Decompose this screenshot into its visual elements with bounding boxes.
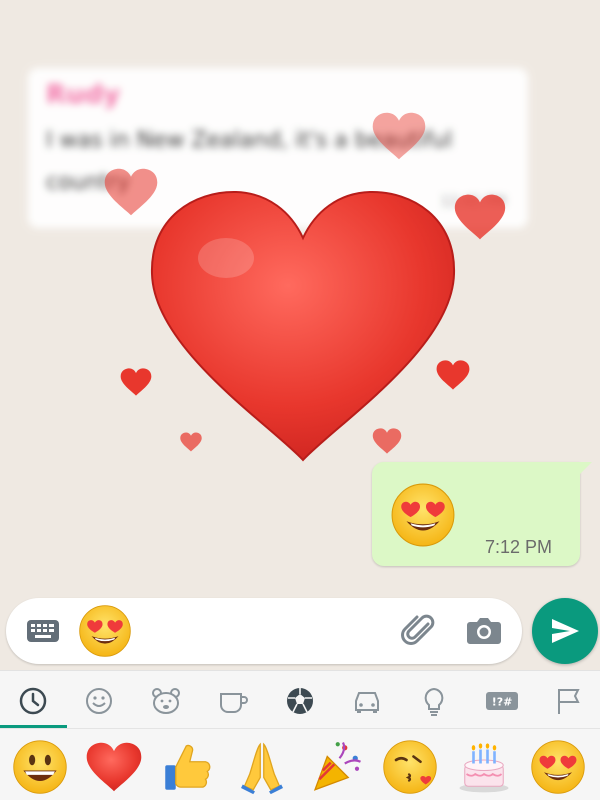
chat-area: Rudy I was in New Zealand, it's a beauti… [0,0,600,670]
folded-hands-emoji-icon[interactable] [234,739,290,795]
car-icon [355,692,379,713]
symbols-icon: !?# [486,692,518,710]
lightbulb-icon [424,687,444,716]
birthday-cake-emoji-icon[interactable] [456,739,512,795]
floating-heart-icon [436,360,470,390]
clock-icon [19,687,47,715]
send-icon [552,619,579,643]
heart-eyes-emoji-icon [390,482,456,548]
incoming-sender-name: Rudy [46,80,121,110]
tab-travel[interactable] [347,681,387,721]
floating-heart-icon [372,112,426,160]
big-heart-animation [150,190,456,462]
tab-food[interactable] [213,681,253,721]
message-input-bar[interactable] [6,598,522,664]
floating-heart-icon [120,368,152,396]
tab-smileys[interactable] [79,681,119,721]
tab-objects[interactable] [414,681,454,721]
outgoing-message-time: 7:12 PM [484,537,552,557]
outgoing-message-bubble[interactable]: 7:12 PM [372,462,592,566]
keyboard-icon[interactable] [26,617,60,645]
flag-icon [558,689,580,714]
heart-eyes-emoji-icon[interactable] [78,604,132,658]
tab-symbols[interactable]: !?# [482,681,522,721]
symbols-label: !?# [492,696,513,709]
tab-flags[interactable] [548,681,588,721]
camera-icon[interactable] [466,614,502,646]
emoji-keyboard: !?# [0,670,600,800]
floating-heart-icon [372,428,402,454]
cup-icon [220,693,248,713]
bear-icon [152,688,180,714]
paperclip-icon[interactable] [400,610,440,650]
tab-activities[interactable] [280,681,320,721]
floating-heart-icon [180,432,202,452]
red-heart-emoji-icon[interactable] [86,739,142,795]
floating-heart-icon [454,194,506,240]
thumbs-up-emoji-icon[interactable] [160,739,216,795]
soccer-ball-icon [287,688,313,714]
party-popper-emoji-icon[interactable] [308,739,364,795]
heart-eyes-emoji-icon[interactable] [530,739,586,795]
floating-heart-icon [104,168,158,216]
tab-divider [0,728,600,729]
smiley-icon [86,688,112,714]
tab-animals[interactable] [146,681,186,721]
grinning-face-emoji-icon[interactable] [12,739,68,795]
send-button[interactable] [532,598,598,664]
face-blowing-kiss-emoji-icon[interactable] [382,739,438,795]
tab-recent[interactable] [13,681,53,721]
